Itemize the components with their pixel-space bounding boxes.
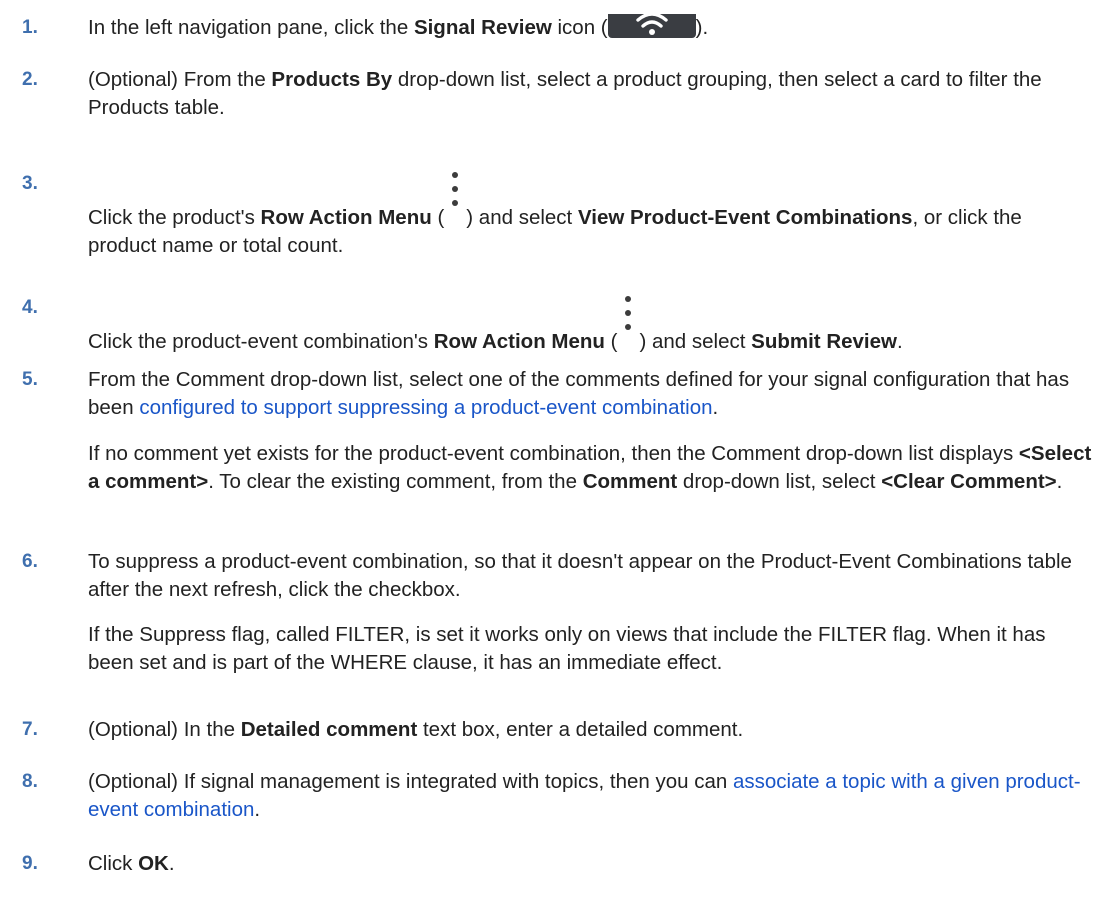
step-4: 4. Click the product-event combination's… bbox=[0, 294, 1111, 356]
step-7: 7. (Optional) In the Detailed comment te… bbox=[0, 716, 1111, 744]
step-text: Click the product-event combination's Ro… bbox=[88, 294, 1095, 356]
link-configure-suppression[interactable]: configured to support suppressing a prod… bbox=[139, 396, 712, 419]
step-note: If the Suppress flag, called FILTER, is … bbox=[88, 623, 1046, 674]
ui-term-ok: OK bbox=[138, 852, 169, 875]
step-text: (Optional) If signal management is integ… bbox=[88, 770, 1081, 821]
procedure-steps: 1. In the left navigation pane, click th… bbox=[0, 0, 1111, 897]
step-note: If no comment yet exists for the product… bbox=[88, 442, 1092, 493]
ui-term-row-action-menu: Row Action Menu bbox=[433, 330, 605, 353]
step-number: 4. bbox=[22, 297, 38, 318]
ui-term-comment: Comment bbox=[582, 470, 678, 493]
step-3: 3. Click the product's Row Action Menu (… bbox=[0, 170, 1111, 260]
step-number: 2. bbox=[22, 69, 38, 90]
step-text: (Optional) From the Products By drop-dow… bbox=[88, 68, 1042, 119]
ui-term-view-combinations: View Product-Event Combinations bbox=[577, 206, 913, 229]
step-8: 8. (Optional) If signal management is in… bbox=[0, 768, 1111, 824]
ui-term-signal-review: Signal Review bbox=[413, 16, 552, 39]
step-number: 1. bbox=[22, 17, 38, 38]
step-text: Click the product's Row Action Menu () a… bbox=[88, 170, 1095, 260]
step-number: 6. bbox=[22, 551, 38, 572]
step-6: 6. To suppress a product-event combinati… bbox=[0, 548, 1111, 677]
ui-term-row-action-menu: Row Action Menu bbox=[260, 206, 432, 229]
ui-term-clear-comment: <Clear Comment> bbox=[881, 470, 1057, 493]
step-number: 3. bbox=[22, 173, 38, 194]
step-number: 9. bbox=[22, 853, 38, 874]
ui-term-detailed-comment: Detailed comment bbox=[240, 718, 418, 741]
step-number: 8. bbox=[22, 771, 38, 792]
wifi-signal-icon bbox=[607, 14, 696, 38]
step-text: In the left navigation pane, click the S… bbox=[88, 14, 709, 39]
step-1: 1. In the left navigation pane, click th… bbox=[0, 14, 1111, 42]
step-number: 5. bbox=[22, 369, 38, 390]
step-text: From the Comment drop-down list, select … bbox=[88, 368, 1070, 419]
step-number: 7. bbox=[22, 719, 38, 740]
step-text: (Optional) In the Detailed comment text … bbox=[88, 718, 744, 741]
step-text: To suppress a product-event combination,… bbox=[88, 550, 1072, 601]
step-9: 9. Click OK. bbox=[0, 850, 1111, 878]
kebab-menu-icon bbox=[617, 294, 639, 350]
ui-term-submit-review: Submit Review bbox=[751, 330, 897, 353]
ui-term-products-by: Products By bbox=[271, 68, 393, 91]
step-2: 2. (Optional) From the Products By drop-… bbox=[0, 66, 1111, 122]
step-text: Click OK. bbox=[88, 852, 175, 875]
kebab-menu-icon bbox=[444, 170, 466, 226]
step-5: 5. From the Comment drop-down list, sele… bbox=[0, 366, 1111, 496]
